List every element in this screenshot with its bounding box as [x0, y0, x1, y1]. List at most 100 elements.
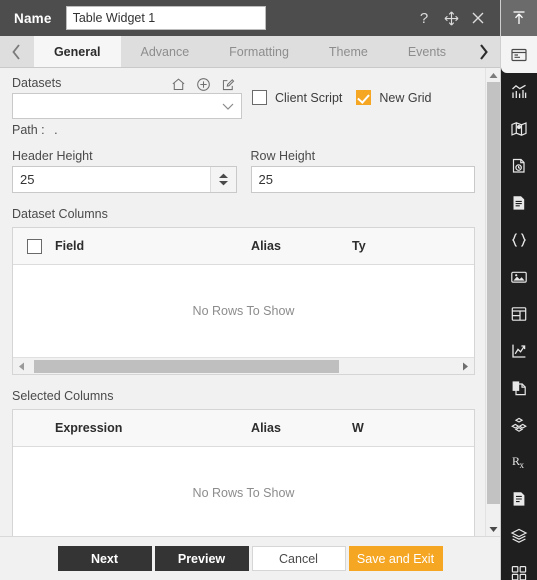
tab-events[interactable]: Events [387, 36, 467, 67]
vscroll-up-arrow-icon[interactable] [486, 68, 501, 82]
tabs-next-chevron-right-icon[interactable] [466, 36, 500, 67]
dataset-columns-header-row: Field Alias Ty [13, 228, 474, 265]
vscroll-down-arrow-icon[interactable] [486, 522, 501, 536]
sidebar-item-table-layout[interactable] [501, 295, 537, 332]
path-label: Path : [12, 123, 45, 137]
collapse-up-arrow-icon[interactable] [501, 0, 537, 36]
preview-button[interactable]: Preview [154, 546, 249, 571]
toggles-row: Client Script New Grid [252, 90, 431, 105]
cancel-button[interactable]: Cancel [251, 546, 346, 571]
sidebar-item-image[interactable] [501, 258, 537, 295]
move-arrows-icon[interactable] [443, 10, 459, 26]
sidebar-item-widget-panel[interactable] [501, 36, 537, 73]
right-toolbar: R x [501, 0, 537, 580]
document-clock-icon [512, 158, 525, 173]
widget-name-input[interactable] [65, 6, 266, 30]
code-braces-icon [512, 232, 526, 247]
header-height-group: Header Height 25 [12, 149, 237, 193]
client-script-checkbox[interactable] [252, 90, 267, 105]
sidebar-item-layers[interactable] [501, 517, 537, 554]
datasets-label: Datasets [12, 76, 62, 90]
header-height-stepper[interactable] [209, 167, 236, 192]
dataset-columns-body: No Rows To Show [13, 265, 474, 357]
tab-advance[interactable]: Advance [120, 36, 210, 67]
dataset-columns-hscrollbar[interactable] [13, 357, 474, 374]
selected-columns-header-row: Expression Alias W [13, 410, 474, 447]
tab-advance-label: Advance [140, 44, 190, 59]
sidebar-item-code-braces[interactable] [501, 221, 537, 258]
sidebar-item-prescription-rx[interactable]: R x [501, 443, 537, 480]
general-tab-content: Datasets Path: . Client Script New Grid… [0, 68, 485, 536]
report-document-icon [513, 491, 525, 506]
tab-theme-label: Theme [328, 44, 368, 59]
settings-vscrollbar[interactable] [485, 68, 500, 536]
datasets-row: Datasets Path: . Client Script New Grid [12, 76, 475, 137]
sidebar-item-grid-blocks[interactable] [501, 554, 537, 580]
text-document-icon [513, 195, 525, 210]
new-grid-label: New Grid [379, 90, 432, 105]
dataset-col-header-alias[interactable]: Alias [180, 239, 352, 253]
dialog-titlebar: Name ? [0, 0, 500, 36]
header-height-input[interactable]: 25 [12, 166, 237, 193]
sidebar-item-cubes[interactable] [501, 406, 537, 443]
titlebar-actions: ? [416, 10, 492, 26]
widget-panel-icon [511, 48, 527, 61]
sidebar-item-report-document[interactable] [501, 480, 537, 517]
new-grid-checkbox[interactable] [356, 90, 372, 105]
row-height-label: Row Height [250, 149, 316, 163]
dataset-col-header-field[interactable]: Field [55, 239, 180, 253]
row-height-input[interactable]: 25 [250, 166, 475, 193]
datasets-header: Datasets [12, 76, 242, 93]
header-height-value: 25 [20, 172, 35, 187]
heights-row: Header Height 25 Row Height 25 [12, 149, 475, 193]
dataset-hscroll-track[interactable] [30, 358, 457, 375]
bar-chart-icon [512, 84, 527, 98]
close-x-icon[interactable] [470, 10, 486, 26]
sidebar-item-map[interactable] [501, 110, 537, 147]
vscroll-track[interactable] [486, 82, 501, 522]
save-and-exit-button[interactable]: Save and Exit [348, 546, 443, 571]
dataset-select-all-checkbox[interactable] [26, 238, 42, 254]
tab-theme[interactable]: Theme [308, 36, 388, 67]
image-icon [511, 271, 527, 283]
map-icon [511, 121, 527, 136]
copy-pages-icon [512, 380, 526, 395]
sidebar-item-text-document[interactable] [501, 184, 537, 221]
layers-icon [510, 528, 528, 543]
tab-general[interactable]: General [33, 36, 121, 67]
dataset-columns-title: Dataset Columns [12, 207, 108, 221]
svg-text:x: x [520, 460, 525, 470]
home-icon[interactable] [171, 77, 186, 92]
edit-pencil-icon[interactable] [221, 77, 236, 92]
datasets-field-group: Datasets Path: . [12, 76, 242, 137]
vscroll-thumb[interactable] [486, 82, 500, 504]
stepper-down-icon [218, 181, 228, 186]
plus-circle-icon[interactable] [196, 77, 211, 92]
help-icon[interactable]: ? [416, 10, 432, 26]
table-layout-icon [511, 306, 527, 321]
tab-general-label: General [53, 44, 101, 59]
sidebar-item-document-clock[interactable] [501, 147, 537, 184]
cubes-icon [511, 417, 527, 432]
hscroll-right-arrow-icon[interactable] [457, 362, 474, 371]
selected-col-header-width[interactable]: W [352, 421, 364, 435]
selected-col-header-alias[interactable]: Alias [180, 421, 352, 435]
tab-formatting[interactable]: Formatting [209, 36, 309, 67]
prescription-rx-icon: R x [512, 454, 525, 470]
tabs-prev-chevron-left-icon[interactable] [0, 36, 34, 67]
hscroll-left-arrow-icon[interactable] [13, 362, 30, 371]
dataset-hscroll-thumb[interactable] [34, 359, 339, 373]
dataset-col-header-type[interactable]: Ty [352, 239, 366, 253]
dataset-toolbar [171, 77, 242, 92]
checkbox-group: Client Script New Grid [252, 90, 431, 137]
sidebar-item-copy-pages[interactable] [501, 369, 537, 406]
datasets-select[interactable] [12, 93, 242, 119]
next-button[interactable]: Next [57, 546, 152, 571]
sidebar-item-bar-chart[interactable] [501, 73, 537, 110]
selected-col-header-expression[interactable]: Expression [55, 421, 180, 435]
dataset-select-all-cell [13, 238, 55, 254]
widget-config-dialog: Name ? [0, 0, 537, 580]
settings-body-wrapper: Datasets Path: . Client Script New Grid… [0, 68, 500, 536]
tab-formatting-label: Formatting [229, 44, 289, 59]
sidebar-item-line-chart[interactable] [501, 332, 537, 369]
